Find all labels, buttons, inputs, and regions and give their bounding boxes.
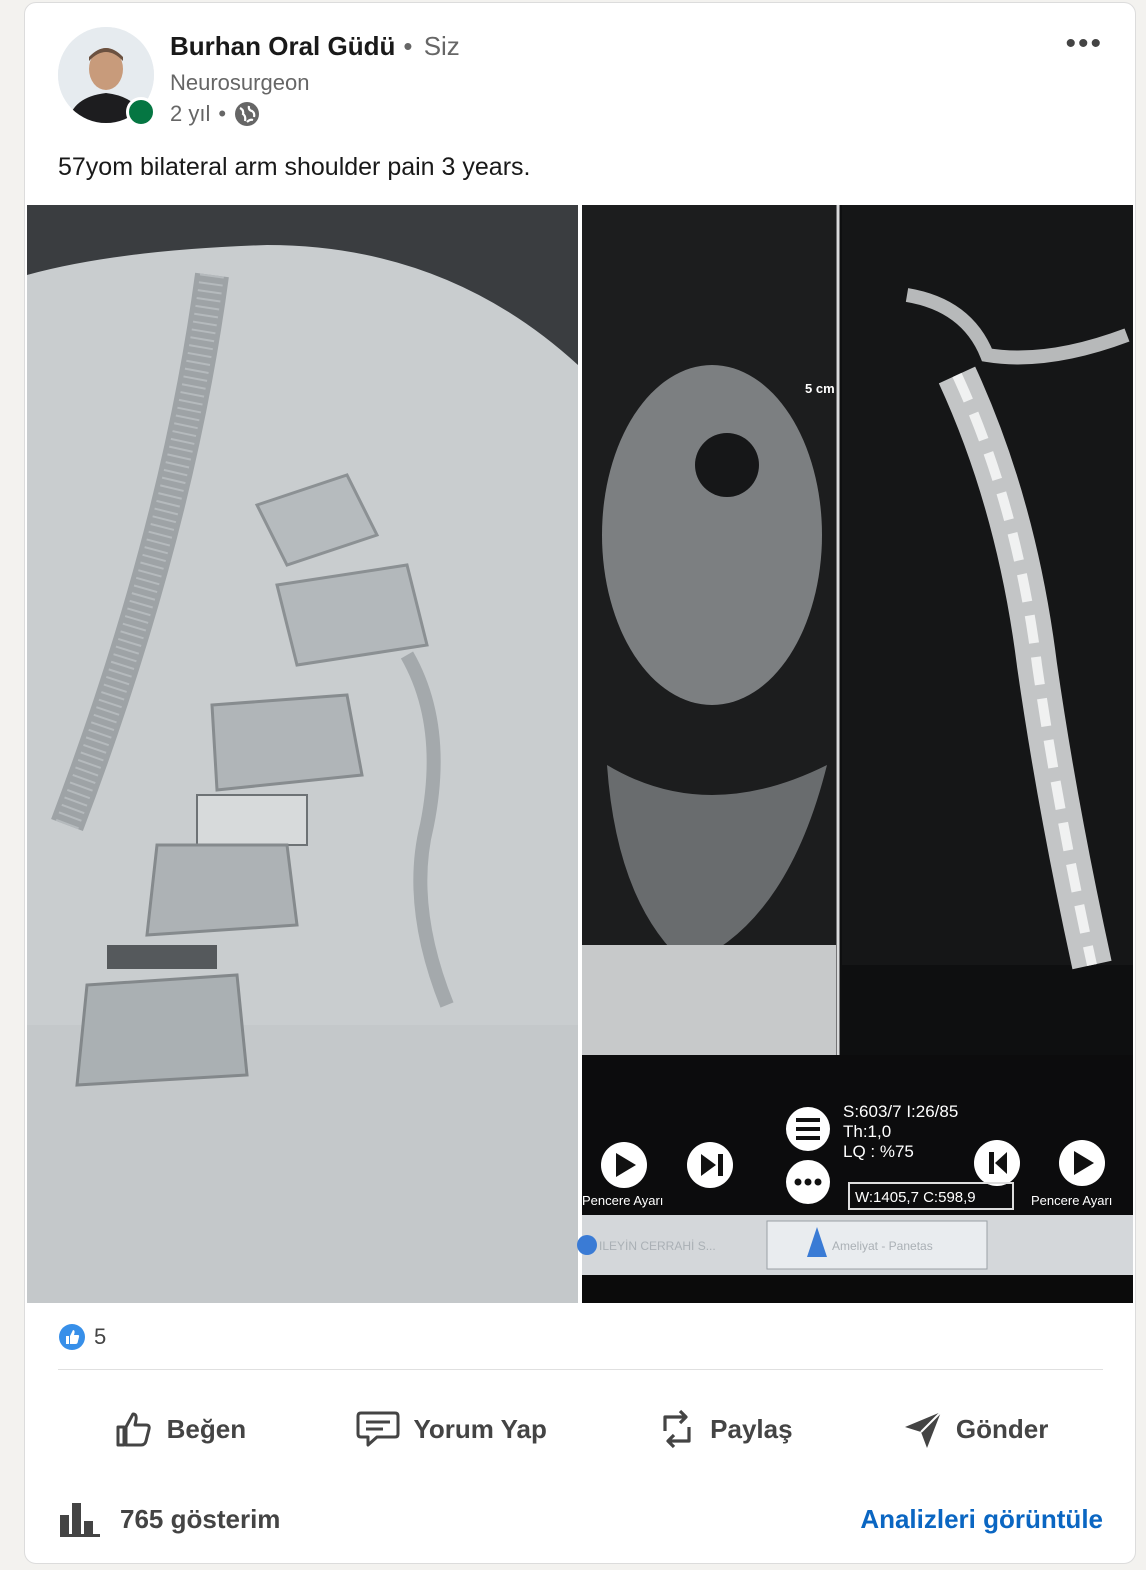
bar-chart-icon [60,1503,100,1537]
meta-separator: • [218,101,227,126]
author-line: Burhan Oral Güdü • Siz [170,31,460,62]
impressions-label: 765 gösterim [120,1503,281,1534]
globe-icon [235,102,260,126]
repost-icon [663,1409,691,1449]
author-separator: • [403,31,413,61]
send-button[interactable]: Gönder [902,1408,1048,1450]
ct-button-left-label: Pencere Ayarı [582,1193,663,1208]
action-bar: Beğen Yorum Yap Paylaş Gönder [58,1393,1103,1465]
divider [58,1369,1103,1370]
comment-icon [356,1411,400,1447]
impressions[interactable]: 765 gösterim [58,1501,280,1537]
like-button[interactable]: Beğen [113,1408,246,1450]
post-time[interactable]: 2 yıl [170,101,210,127]
send-icon [904,1411,942,1448]
like-reaction-icon [59,1324,85,1350]
author-name[interactable]: Burhan Oral Güdü [170,31,395,61]
author-headline: Neurosurgeon [170,70,310,95]
post-meta: 2 yıl • [170,101,260,127]
send-label: Gönder [955,1413,1049,1444]
author-badge: Siz [423,31,460,61]
reaction-count: 5 [94,1324,107,1349]
fluoroscopy-image [27,205,578,1303]
ct-window-value: W:1405,7 C:598,9 [855,1189,976,1206]
more-options-icon[interactable]: ••• [1065,27,1103,61]
post-card: Burhan Oral Güdü • Siz Neurosurgeon 2 yıl… [24,2,1136,1564]
ct-tab2-label: Ameliyat - Panetas [832,1239,933,1253]
ct-button-right-label: Pencere Ayarı [1031,1193,1112,1208]
view-analytics-link[interactable]: Analizleri görüntüle [860,1504,1103,1535]
post-footer: 765 gösterim Analizleri görüntüle [58,1501,1103,1537]
ct-info-line3: LQ : %75 [843,1142,914,1161]
ct-scale-label: 5 cm [805,381,835,396]
comment-button[interactable]: Yorum Yap [355,1408,547,1450]
online-status-indicator [126,97,156,127]
thumbs-up-icon [116,1412,151,1447]
ct-info-line2: Th:1,0 [843,1122,891,1141]
post-media[interactable]: 5 cm S:603/7 I:26/85 Th:1,0 LQ : %75 W:1… [27,205,1133,1303]
comment-label: Yorum Yap [413,1413,547,1444]
repost-label: Paylaş [710,1413,793,1444]
reactions-summary[interactable]: 5 [58,1323,106,1351]
like-label: Beğen [166,1413,247,1444]
post-text: 57yom bilateral arm shoulder pain 3 year… [58,153,531,181]
ct-tab1-label: ILEYİN CERRAHİ S... [599,1239,716,1253]
repost-button[interactable]: Paylaş [656,1407,793,1451]
ct-info-line1: S:603/7 I:26/85 [843,1102,958,1121]
